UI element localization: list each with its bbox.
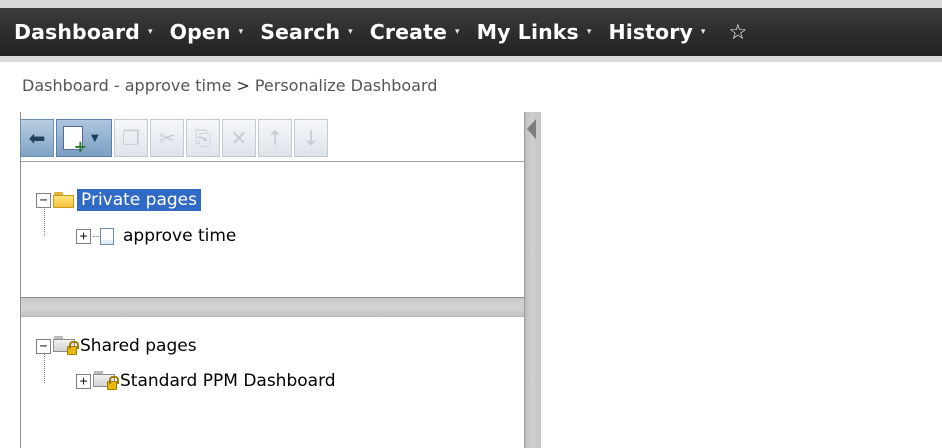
menu-my-links-label: My Links [476, 20, 579, 44]
back-arrow-icon: ⬅ [28, 126, 46, 150]
cut-icon: ✂ [158, 126, 176, 150]
collapse-toggle-icon[interactable]: − [36, 192, 51, 208]
copy-icon: ❐ [122, 126, 140, 150]
vertical-splitter[interactable] [524, 112, 541, 448]
delete-button[interactable]: ✕ [222, 119, 256, 157]
menu-history-label: History [608, 20, 693, 44]
collapse-toggle-icon[interactable]: − [36, 338, 51, 354]
paste-button[interactable]: ⎘ [186, 119, 220, 157]
chevron-down-icon: ▼ [91, 132, 99, 144]
shared-pages-tree: − Shared pages + Standard PPM Dashboard [21, 317, 524, 448]
move-up-button[interactable]: ↑ [258, 119, 292, 157]
horizontal-splitter[interactable] [21, 297, 524, 317]
menu-open[interactable]: Open ▾ [170, 20, 244, 44]
expand-toggle-icon[interactable]: + [76, 228, 91, 244]
page-icon [100, 227, 114, 245]
menu-my-links[interactable]: My Links ▾ [477, 20, 592, 44]
tree-node-approve-time[interactable]: + approve time [76, 223, 240, 249]
new-page-button[interactable]: + ▼ [56, 119, 112, 157]
tree-connector [93, 235, 99, 237]
tree-node-private-pages[interactable]: − Private pages [36, 187, 201, 213]
plus-icon: + [73, 137, 87, 156]
breadcrumb-separator: > [236, 76, 250, 95]
menu-create-label: Create [369, 20, 447, 44]
menu-create[interactable]: Create ▾ [370, 20, 460, 44]
tree-node-label[interactable]: Private pages [77, 189, 201, 211]
breadcrumb-parent-link[interactable]: Dashboard - approve time [22, 76, 231, 95]
favorite-star-icon[interactable]: ☆ [729, 20, 748, 44]
locked-folder-icon [93, 371, 119, 391]
private-pages-tree: − Private pages + approve time [21, 161, 524, 297]
menu-dashboard[interactable]: Dashboard ▾ [14, 20, 153, 44]
tree-node-standard-ppm-dashboard[interactable]: + Standard PPM Dashboard [76, 368, 340, 394]
chevron-down-icon: ▾ [454, 27, 460, 37]
new-page-icon: + [63, 126, 87, 155]
breadcrumb: Dashboard - approve time > Personalize Das… [22, 76, 437, 95]
menu-history[interactable]: History ▾ [608, 20, 705, 44]
collapse-panel-icon[interactable] [527, 119, 536, 139]
copy-button[interactable]: ❐ [114, 119, 148, 157]
move-down-button[interactable]: ↓ [294, 119, 328, 157]
paste-icon: ⎘ [195, 126, 211, 150]
arrow-down-icon: ↓ [302, 126, 320, 150]
folder-open-icon [53, 192, 75, 208]
tree-node-shared-pages[interactable]: − Shared pages [36, 333, 201, 359]
tree-node-label[interactable]: Shared pages [79, 335, 201, 357]
locked-folder-icon [53, 336, 79, 356]
chevron-down-icon: ▾ [147, 27, 153, 37]
tree-node-label[interactable]: approve time [119, 225, 240, 247]
breadcrumb-current: Personalize Dashboard [254, 76, 438, 95]
menu-dashboard-label: Dashboard [14, 20, 140, 44]
delete-icon: ✕ [230, 126, 248, 150]
menubar-strip: Dashboard ▾ Open ▾ Search ▾ Create ▾ My … [0, 8, 942, 56]
cut-button[interactable]: ✂ [150, 119, 184, 157]
top-menubar: Dashboard ▾ Open ▾ Search ▾ Create ▾ My … [0, 0, 942, 62]
arrow-up-icon: ↑ [266, 126, 284, 150]
back-button[interactable]: ⬅ [20, 119, 54, 157]
chevron-down-icon: ▾ [238, 27, 244, 37]
menu-open-label: Open [169, 20, 231, 44]
chevron-down-icon: ▾ [700, 27, 706, 37]
expand-toggle-icon[interactable]: + [76, 373, 91, 389]
menu-search[interactable]: Search ▾ [260, 20, 353, 44]
menu-search-label: Search [260, 20, 341, 44]
tree-node-label[interactable]: Standard PPM Dashboard [119, 370, 340, 392]
chevron-down-icon: ▾ [348, 27, 353, 37]
tree-toolbar: ⬅ + ▼ ❐ ✂ ⎘ ✕ ↑ ↓ [20, 117, 422, 159]
chevron-down-icon: ▾ [586, 27, 592, 37]
